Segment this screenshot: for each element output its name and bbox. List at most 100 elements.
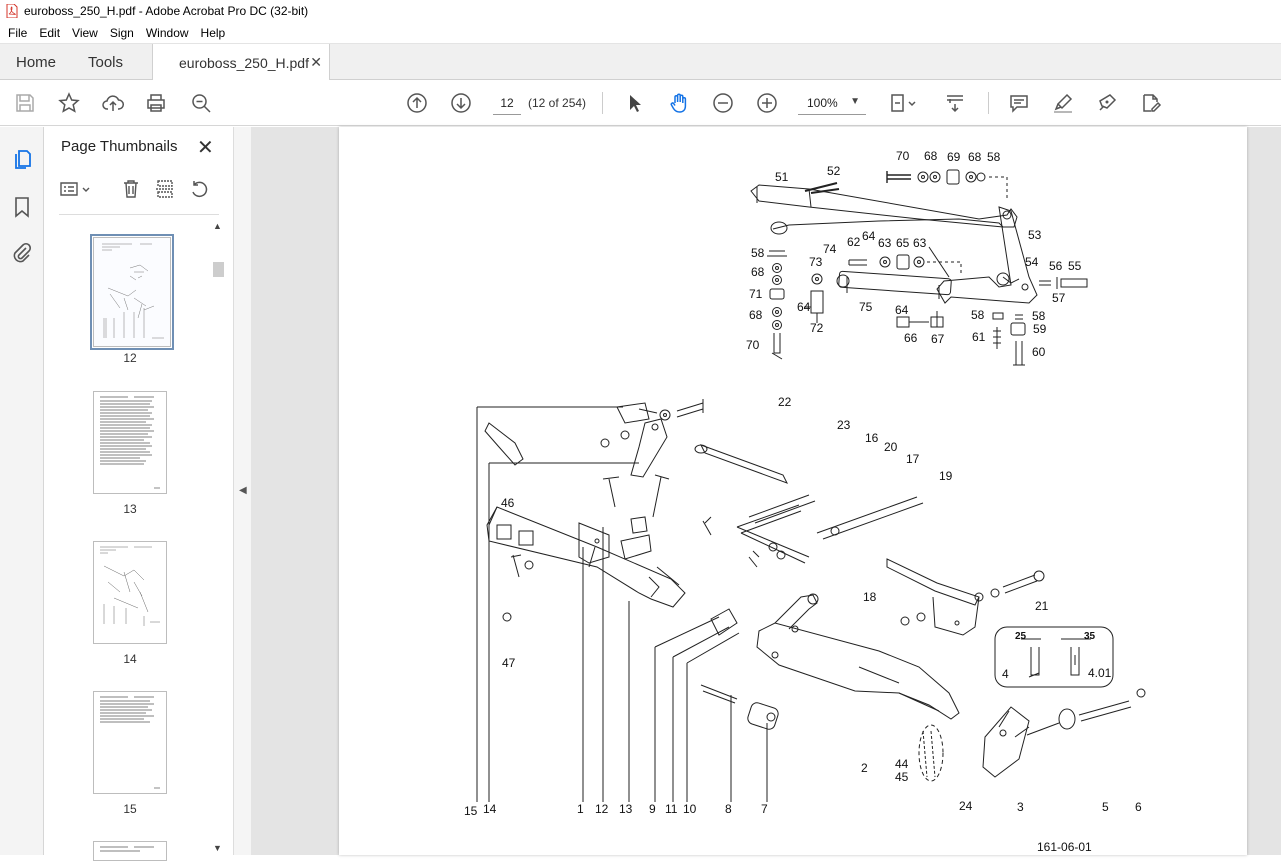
print-icon[interactable] xyxy=(143,90,169,116)
callout: 72 xyxy=(810,321,824,335)
thumbnail-label: 15 xyxy=(123,802,137,816)
callout: 68 xyxy=(749,308,763,322)
callout: 64 xyxy=(797,300,811,314)
thumbnail-label: 13 xyxy=(123,502,137,516)
thumbnail-page-next[interactable] xyxy=(93,841,167,861)
thumbnails-scrollbar[interactable]: ▲ ▼ xyxy=(211,219,225,855)
callout: 4.01 xyxy=(1088,666,1112,680)
callout: 44 xyxy=(895,757,909,771)
scrollbar-thumb[interactable] xyxy=(213,262,224,277)
menu-file[interactable]: File xyxy=(2,26,33,40)
thumbnail-page-15[interactable] xyxy=(93,691,167,794)
previous-page-icon[interactable] xyxy=(404,90,430,116)
callout: 15 xyxy=(464,804,478,818)
panel-title: Page Thumbnails xyxy=(61,138,178,155)
panel-divider xyxy=(59,214,219,215)
tab-home[interactable]: Home xyxy=(16,44,56,80)
toolbar-divider xyxy=(602,92,603,114)
bookmark-star-icon[interactable] xyxy=(56,90,82,116)
callout: 3 xyxy=(1017,800,1024,814)
callout: 54 xyxy=(1025,255,1039,269)
thumbnail-page-14[interactable] xyxy=(93,541,167,644)
draw-pen-icon[interactable] xyxy=(1094,90,1120,116)
thumbnail-options-icon[interactable] xyxy=(59,177,93,201)
extract-pages-icon[interactable] xyxy=(155,177,175,201)
callout: 52 xyxy=(827,164,841,178)
zoom-in-icon[interactable] xyxy=(754,90,780,116)
upload-cloud-icon[interactable] xyxy=(100,90,126,116)
menu-help[interactable]: Help xyxy=(195,26,232,40)
thumbnail-page-12[interactable] xyxy=(90,234,174,350)
tab-tools[interactable]: Tools xyxy=(88,44,123,80)
menu-sign[interactable]: Sign xyxy=(104,26,140,40)
menu-edit[interactable]: Edit xyxy=(33,26,66,40)
page-thumbnails-panel: Page Thumbnails ✕ 12 13 14 15 ▲ ▼ xyxy=(45,127,233,861)
hand-tool-icon[interactable] xyxy=(666,90,692,116)
menu-view[interactable]: View xyxy=(66,26,104,40)
callout: 35 xyxy=(1084,631,1096,642)
callout: 8 xyxy=(725,802,732,816)
callout: 11 xyxy=(665,802,678,816)
window-title: euroboss_250_H.pdf - Adobe Acrobat Pro D… xyxy=(24,4,309,18)
callout: 59 xyxy=(1033,322,1047,336)
callout: 53 xyxy=(1028,228,1042,242)
callout: 13 xyxy=(619,802,633,816)
callout: 21 xyxy=(1035,599,1049,613)
thumbnail-page-13[interactable] xyxy=(93,391,167,494)
callout: 74 xyxy=(823,242,837,256)
callout: 45 xyxy=(895,770,909,784)
callout: 61 xyxy=(972,330,986,344)
zoom-out-icon[interactable] xyxy=(710,90,736,116)
callout: 58 xyxy=(1032,309,1046,323)
callout-labels: 70 68 69 68 58 51 52 53 74 62 64 63 65 6… xyxy=(464,149,1142,854)
thumbnail-tools xyxy=(59,177,224,203)
close-panel-icon[interactable]: ✕ xyxy=(197,135,214,160)
scroll-mode-icon[interactable] xyxy=(942,90,968,116)
select-cursor-icon[interactable] xyxy=(622,90,648,116)
callout: 17 xyxy=(906,452,920,466)
figure-code: 161-06-01 xyxy=(1037,840,1092,854)
highlight-pen-icon[interactable] xyxy=(1050,90,1076,116)
close-tab-icon[interactable]: ✕ xyxy=(310,54,322,71)
document-viewer[interactable]: 70 68 69 68 58 51 52 53 74 62 64 63 65 6… xyxy=(251,127,1281,855)
acrobat-pdf-icon xyxy=(6,4,18,18)
save-icon[interactable] xyxy=(12,90,38,116)
delete-page-icon[interactable] xyxy=(121,177,141,201)
callout: 51 xyxy=(775,170,789,184)
next-page-icon[interactable] xyxy=(448,90,474,116)
callout: 63 xyxy=(878,236,892,250)
callout: 65 xyxy=(896,236,910,250)
page-thumbnails-icon[interactable] xyxy=(10,147,34,171)
page-fit-icon[interactable] xyxy=(886,90,922,116)
page-number-input[interactable]: 12 xyxy=(493,91,521,115)
callout: 22 xyxy=(778,395,792,409)
tab-bar: Home Tools euroboss_250_H.pdf ✕ xyxy=(0,43,1281,81)
collapse-panel-icon[interactable]: ◀ xyxy=(239,485,247,496)
thumbnail-preview xyxy=(100,846,154,852)
callout: 58 xyxy=(971,308,985,322)
callout: 7 xyxy=(761,802,768,816)
callout: 20 xyxy=(884,440,898,454)
attachments-paperclip-icon[interactable] xyxy=(10,241,34,265)
callout: 68 xyxy=(751,265,765,279)
fill-sign-icon[interactable] xyxy=(1138,90,1164,116)
scroll-up-icon[interactable]: ▲ xyxy=(213,221,222,231)
scroll-down-icon[interactable]: ▼ xyxy=(213,843,222,853)
pdf-page: 70 68 69 68 58 51 52 53 74 62 64 63 65 6… xyxy=(339,127,1247,855)
tab-document[interactable]: euroboss_250_H.pdf ✕ xyxy=(152,44,330,81)
callout: 25 xyxy=(1015,631,1027,642)
zoom-level-select[interactable]: 100% ▼ xyxy=(798,91,866,115)
left-navigation-rail xyxy=(0,127,44,855)
panel-splitter[interactable]: ◀ xyxy=(233,127,251,855)
toolbar-divider xyxy=(988,92,989,114)
callout: 57 xyxy=(1052,291,1066,305)
menu-window[interactable]: Window xyxy=(140,26,195,40)
callout: 64 xyxy=(895,303,909,317)
callout: 75 xyxy=(859,300,873,314)
callout: 58 xyxy=(987,150,1001,164)
rotate-page-icon[interactable] xyxy=(189,177,209,201)
comment-icon[interactable] xyxy=(1006,90,1032,116)
search-zoom-icon[interactable] xyxy=(188,90,214,116)
callout: 4 xyxy=(1002,667,1009,681)
bookmarks-icon[interactable] xyxy=(10,195,34,219)
